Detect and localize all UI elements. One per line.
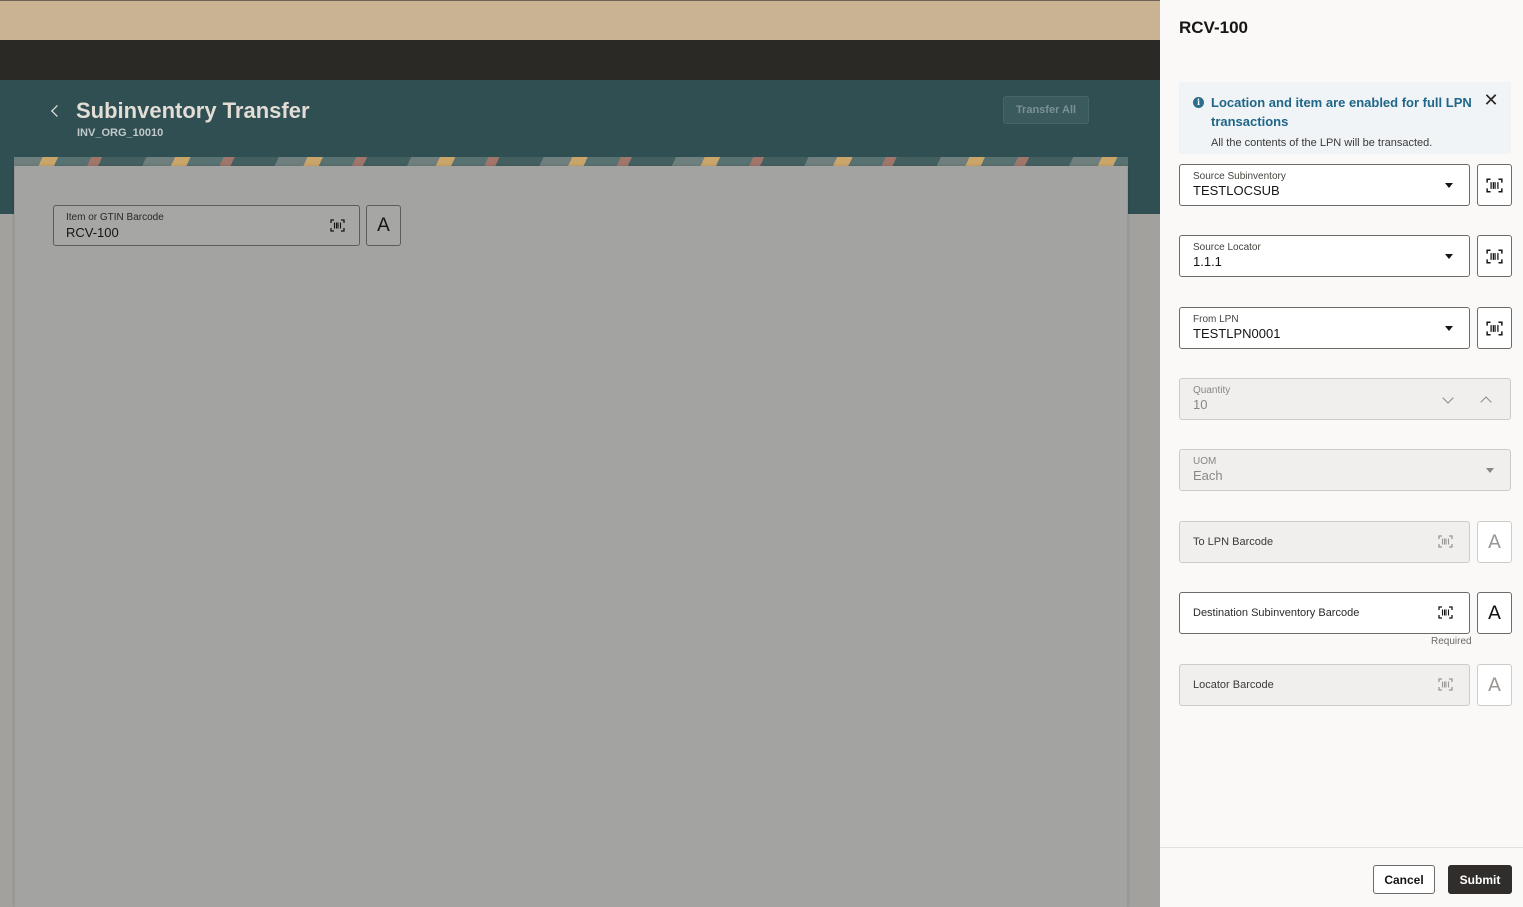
keyboard-icon: A xyxy=(377,214,390,236)
barcode-scan-icon xyxy=(1486,321,1503,335)
from-lpn-select[interactable]: From LPN TESTLPN0001 xyxy=(1179,307,1470,349)
item-barcode-label: Item or GTIN Barcode xyxy=(66,212,164,223)
dropdown-arrow-icon[interactable] xyxy=(1445,183,1453,188)
quantity-stepper: Quantity 10 xyxy=(1179,378,1511,420)
source-locator-scan-button[interactable] xyxy=(1477,235,1512,277)
locator-keyboard-button: A xyxy=(1477,664,1512,706)
keyboard-button[interactable]: A xyxy=(366,205,401,246)
source-subinventory-select[interactable]: Source Subinventory TESTLOCSUB xyxy=(1179,164,1470,206)
to-lpn-barcode-input: To LPN Barcode xyxy=(1179,521,1470,563)
banner-title: Location and item are enabled for full L… xyxy=(1211,95,1472,129)
details-drawer: RCV-100 i Location and item are enabled … xyxy=(1160,0,1523,907)
submit-button[interactable]: Submit xyxy=(1448,865,1512,894)
destination-subinventory-label: Destination Subinventory Barcode xyxy=(1193,607,1360,619)
source-subinventory-label: Source Subinventory xyxy=(1193,171,1286,182)
keyboard-icon: A xyxy=(1488,531,1501,553)
from-lpn-scan-button[interactable] xyxy=(1477,307,1512,349)
cancel-button[interactable]: Cancel xyxy=(1373,865,1435,894)
barcode-scan-icon xyxy=(1438,678,1453,691)
content-card xyxy=(14,166,1128,907)
close-icon[interactable]: ✕ xyxy=(1483,90,1499,110)
uom-value: Each xyxy=(1193,468,1223,483)
destination-subinventory-keyboard-button[interactable]: A xyxy=(1477,592,1512,634)
banner-description: All the contents of the LPN will be tran… xyxy=(1211,137,1433,149)
barcode-scan-icon[interactable] xyxy=(330,219,345,232)
required-helper-text: Required xyxy=(1431,636,1472,647)
transfer-all-button[interactable]: Transfer All xyxy=(1003,96,1089,124)
org-code: INV_ORG_10010 xyxy=(77,127,164,139)
barcode-scan-icon xyxy=(1438,535,1453,548)
global-header xyxy=(0,40,1160,80)
dropdown-arrow-icon xyxy=(1486,468,1494,473)
drawer-footer: Cancel Submit xyxy=(1160,847,1523,907)
to-lpn-label: To LPN Barcode xyxy=(1193,536,1274,548)
dropdown-arrow-icon[interactable] xyxy=(1445,326,1453,331)
keyboard-icon: A xyxy=(1488,674,1501,696)
uom-label: UOM xyxy=(1193,456,1217,467)
page-title: Subinventory Transfer xyxy=(76,98,310,123)
from-lpn-label: From LPN xyxy=(1193,314,1239,325)
locator-barcode-input: Locator Barcode xyxy=(1179,664,1470,706)
to-lpn-keyboard-button: A xyxy=(1477,521,1512,563)
decorative-pattern xyxy=(14,157,1128,166)
source-locator-select[interactable]: Source Locator 1.1.1 xyxy=(1179,235,1470,277)
source-locator-label: Source Locator xyxy=(1193,242,1261,253)
item-barcode-value: RCV-100 xyxy=(66,225,119,240)
uom-select: UOM Each xyxy=(1179,449,1511,491)
item-barcode-input[interactable]: Item or GTIN Barcode RCV-100 xyxy=(53,205,360,246)
page-title-row: Subinventory Transfer xyxy=(50,98,310,124)
source-locator-value: 1.1.1 xyxy=(1193,254,1222,269)
source-subinventory-value: TESTLOCSUB xyxy=(1193,183,1280,198)
barcode-scan-icon[interactable] xyxy=(1438,606,1453,619)
dropdown-arrow-icon[interactable] xyxy=(1445,254,1453,259)
barcode-scan-icon xyxy=(1486,178,1503,192)
back-chevron-icon[interactable] xyxy=(51,105,63,117)
source-subinventory-scan-button[interactable] xyxy=(1477,164,1512,206)
barcode-scan-icon xyxy=(1486,249,1503,263)
top-banner xyxy=(0,0,1160,40)
info-banner: i Location and item are enabled for full… xyxy=(1179,82,1511,154)
locator-barcode-label: Locator Barcode xyxy=(1193,679,1274,691)
info-icon: i xyxy=(1193,97,1204,108)
from-lpn-value: TESTLPN0001 xyxy=(1193,326,1281,341)
destination-subinventory-input[interactable]: Destination Subinventory Barcode xyxy=(1179,592,1470,634)
drawer-title: RCV-100 xyxy=(1179,18,1248,37)
keyboard-icon: A xyxy=(1488,602,1501,624)
